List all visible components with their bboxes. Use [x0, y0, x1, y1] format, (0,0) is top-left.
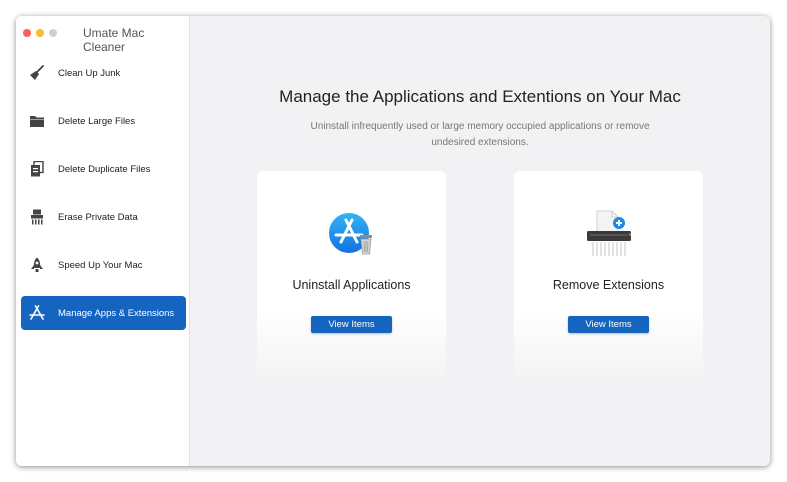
card-title: Uninstall Applications: [292, 278, 411, 292]
sidebar-item-label: Delete Duplicate Files: [58, 163, 151, 175]
sidebar-item-clean-up-junk[interactable]: Clean Up Junk: [21, 56, 186, 90]
app-title: Umate Mac Cleaner: [83, 26, 145, 54]
app-store-icon: [28, 304, 46, 322]
folder-icon: [28, 112, 46, 130]
sidebar-item-label: Speed Up Your Mac: [58, 259, 143, 271]
sidebar-item-speed-up-your-mac[interactable]: Speed Up Your Mac: [21, 248, 186, 282]
sidebar-item-delete-duplicate-files[interactable]: Delete Duplicate Files: [21, 152, 186, 186]
broom-icon: [28, 64, 46, 82]
view-items-button[interactable]: View Items: [311, 316, 392, 333]
view-items-button[interactable]: View Items: [568, 316, 649, 333]
close-window-button[interactable]: [23, 29, 31, 37]
minimize-window-button[interactable]: [36, 29, 44, 37]
sidebar: Umate Mac Cleaner Clean Up Junk Delete L…: [16, 16, 190, 466]
sidebar-item-delete-large-files[interactable]: Delete Large Files: [21, 104, 186, 138]
uninstall-applications-card: Uninstall Applications View Items: [257, 171, 446, 386]
card-title: Remove Extensions: [552, 278, 665, 292]
app-window: Umate Mac Cleaner Clean Up Junk Delete L…: [16, 16, 770, 466]
rocket-icon: [28, 256, 46, 274]
sidebar-item-label: Delete Large Files: [58, 115, 136, 127]
zoom-window-button[interactable]: [49, 29, 57, 37]
duplicate-files-icon: [28, 160, 46, 178]
main-content: Manage the Applications and Extentions o…: [190, 16, 770, 466]
sidebar-item-label: Erase Private Data: [58, 211, 138, 223]
shredder-icon: [28, 208, 46, 226]
page-description: Uninstall infrequently used or large mem…: [310, 121, 650, 148]
sidebar-item-erase-private-data[interactable]: Erase Private Data: [21, 200, 186, 234]
extension-shredder-icon: [514, 209, 703, 261]
page-title: Manage the Applications and Extentions o…: [279, 87, 681, 106]
app-store-trash-icon: [257, 209, 446, 261]
sidebar-item-manage-apps-extensions[interactable]: Manage Apps & Extensions: [21, 296, 186, 330]
sidebar-item-label: Manage Apps & Extensions: [58, 307, 175, 319]
sidebar-item-label: Clean Up Junk: [58, 67, 121, 79]
remove-extensions-card: Remove Extensions View Items: [514, 171, 703, 386]
